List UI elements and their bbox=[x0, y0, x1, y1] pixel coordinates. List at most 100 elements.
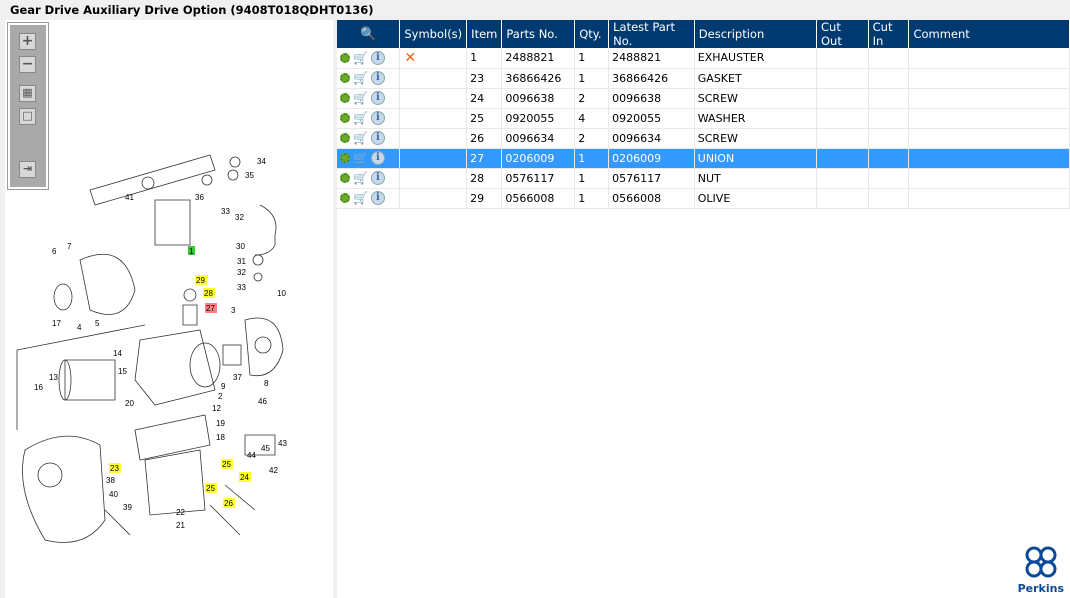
callout-highlighted[interactable]: 23 bbox=[110, 464, 119, 473]
callout[interactable]: 8 bbox=[264, 379, 269, 388]
callout-highlighted[interactable]: 26 bbox=[224, 499, 233, 508]
callout[interactable]: 17 bbox=[52, 319, 61, 328]
info-icon[interactable]: i bbox=[370, 111, 385, 125]
callout[interactable]: 18 bbox=[216, 433, 225, 442]
column-header[interactable]: Comment bbox=[908, 20, 1070, 48]
gear-icon[interactable] bbox=[340, 193, 350, 203]
callout[interactable]: 40 bbox=[109, 490, 118, 499]
info-icon[interactable]: i bbox=[370, 191, 385, 205]
search-icon[interactable]: 🔍 bbox=[360, 27, 376, 42]
gear-icon[interactable] bbox=[340, 73, 350, 83]
gear-icon[interactable] bbox=[340, 173, 350, 183]
table-row[interactable]: 🛒 i 25 0920055 4 0920055 WASHER bbox=[337, 108, 1070, 129]
exploded-diagram[interactable]: 34 35 41 36 33 32 30 31 32 33 10 1 6 7 1… bbox=[5, 20, 333, 598]
callout[interactable]: 33 bbox=[221, 207, 230, 216]
table-row[interactable]: 🛒 i 26 0096634 2 0096634 SCREW bbox=[337, 128, 1070, 149]
callout[interactable]: 3 bbox=[231, 306, 236, 315]
callout[interactable]: 19 bbox=[216, 419, 225, 428]
column-header[interactable]: Symbol(s) bbox=[399, 20, 468, 48]
callout[interactable]: 6 bbox=[52, 247, 57, 256]
callout[interactable]: 13 bbox=[49, 373, 58, 382]
info-icon[interactable]: i bbox=[370, 171, 385, 185]
gear-icon[interactable] bbox=[340, 133, 350, 143]
callout[interactable]: 35 bbox=[245, 171, 254, 180]
callout-highlighted[interactable]: 28 bbox=[204, 289, 213, 298]
callout[interactable]: 2 bbox=[218, 392, 223, 401]
cart-icon[interactable]: 🛒 bbox=[353, 151, 368, 165]
callout[interactable]: 43 bbox=[278, 439, 287, 448]
callout[interactable]: 20 bbox=[125, 399, 134, 408]
table-row[interactable]: 🛒 i ✕ 1 2488821 1 2488821 EXHAUSTER bbox=[337, 48, 1070, 69]
callout-highlighted[interactable]: 1 bbox=[189, 247, 194, 256]
callout[interactable]: 42 bbox=[269, 466, 278, 475]
callout[interactable]: 36 bbox=[195, 193, 204, 202]
info-icon[interactable]: i bbox=[370, 131, 385, 145]
column-header[interactable]: Parts No. bbox=[501, 20, 576, 48]
callout[interactable]: 9 bbox=[221, 382, 226, 391]
callout[interactable]: 39 bbox=[123, 503, 132, 512]
callout[interactable]: 7 bbox=[67, 242, 72, 251]
gear-icon[interactable] bbox=[340, 153, 350, 163]
cart-icon[interactable]: 🛒 bbox=[353, 71, 368, 85]
callout[interactable]: 21 bbox=[176, 521, 185, 530]
column-header[interactable]: Latest Part No. bbox=[608, 20, 695, 48]
table-row[interactable]: 🛒 i 29 0566008 1 0566008 OLIVE bbox=[337, 188, 1070, 209]
callout[interactable]: 33 bbox=[237, 283, 246, 292]
callout-highlighted[interactable]: 24 bbox=[240, 473, 249, 482]
export-button[interactable]: ⇥ bbox=[19, 161, 36, 178]
cart-icon[interactable]: 🛒 bbox=[353, 51, 368, 65]
callout[interactable]: 46 bbox=[258, 397, 267, 406]
callout[interactable]: 14 bbox=[113, 349, 122, 358]
info-icon[interactable]: i bbox=[370, 91, 385, 105]
column-header[interactable]: Cut In bbox=[868, 20, 910, 48]
callout[interactable]: 4 bbox=[77, 323, 82, 332]
callout-highlighted[interactable]: 25 bbox=[222, 460, 231, 469]
table-row[interactable]: 🛒 i 24 0096638 2 0096638 SCREW bbox=[337, 88, 1070, 109]
callout[interactable]: 38 bbox=[106, 476, 115, 485]
cart-icon[interactable]: 🛒 bbox=[353, 111, 368, 125]
zoom-in-button[interactable]: + bbox=[19, 33, 36, 50]
callout[interactable]: 34 bbox=[257, 157, 266, 166]
fit-to-window-button[interactable]: ▦ bbox=[19, 85, 36, 102]
cart-icon[interactable]: 🛒 bbox=[353, 91, 368, 105]
callout[interactable]: 30 bbox=[236, 242, 245, 251]
callout[interactable]: 16 bbox=[34, 383, 43, 392]
description-cell: OLIVE bbox=[694, 188, 818, 209]
zoom-out-button[interactable]: − bbox=[19, 56, 36, 73]
callout[interactable]: 44 bbox=[247, 451, 256, 460]
info-icon[interactable]: i bbox=[370, 71, 385, 85]
gear-icon[interactable] bbox=[340, 113, 350, 123]
cart-icon[interactable]: 🛒 bbox=[353, 191, 368, 205]
gear-icon[interactable] bbox=[340, 52, 350, 63]
column-header[interactable]: Cut Out bbox=[816, 20, 869, 48]
callout[interactable]: 5 bbox=[95, 319, 100, 328]
callout[interactable]: 32 bbox=[235, 213, 244, 222]
callout[interactable]: 45 bbox=[261, 444, 270, 453]
column-header[interactable]: Item bbox=[466, 20, 503, 48]
column-header[interactable]: Qty. bbox=[574, 20, 610, 48]
table-row[interactable]: 🛒 i 23 36866426 1 36866426 GASKET bbox=[337, 68, 1070, 89]
callout[interactable]: 41 bbox=[125, 193, 134, 202]
cart-icon[interactable]: 🛒 bbox=[353, 131, 368, 145]
callout[interactable]: 31 bbox=[237, 257, 246, 266]
search-column-header[interactable]: 🔍 bbox=[337, 20, 401, 48]
callout-highlighted[interactable]: 25 bbox=[206, 484, 215, 493]
callout[interactable]: 22 bbox=[176, 508, 185, 517]
gear-icon[interactable] bbox=[340, 93, 350, 103]
callout-highlighted[interactable]: 29 bbox=[196, 276, 205, 285]
actual-size-button[interactable]: □ bbox=[19, 108, 36, 125]
callout[interactable]: 10 bbox=[277, 289, 286, 298]
callout[interactable]: 12 bbox=[212, 404, 221, 413]
callout[interactable]: 37 bbox=[233, 373, 242, 382]
table-row[interactable]: 🛒 i 28 0576117 1 0576117 NUT bbox=[337, 168, 1070, 189]
diagram-panel[interactable]: 34 35 41 36 33 32 30 31 32 33 10 1 6 7 1… bbox=[5, 20, 333, 598]
callout[interactable]: 15 bbox=[118, 367, 127, 376]
callout[interactable]: 32 bbox=[237, 268, 246, 277]
cart-icon[interactable]: 🛒 bbox=[353, 171, 368, 185]
info-icon[interactable]: i bbox=[370, 151, 385, 165]
table-row[interactable]: 🛒 i 27 0206009 1 0206009 UNION bbox=[337, 148, 1070, 169]
info-icon[interactable]: i bbox=[370, 50, 385, 65]
callout-selected[interactable]: 27 bbox=[206, 304, 215, 313]
column-header[interactable]: Description bbox=[694, 20, 818, 48]
comment-cell bbox=[908, 128, 1070, 149]
